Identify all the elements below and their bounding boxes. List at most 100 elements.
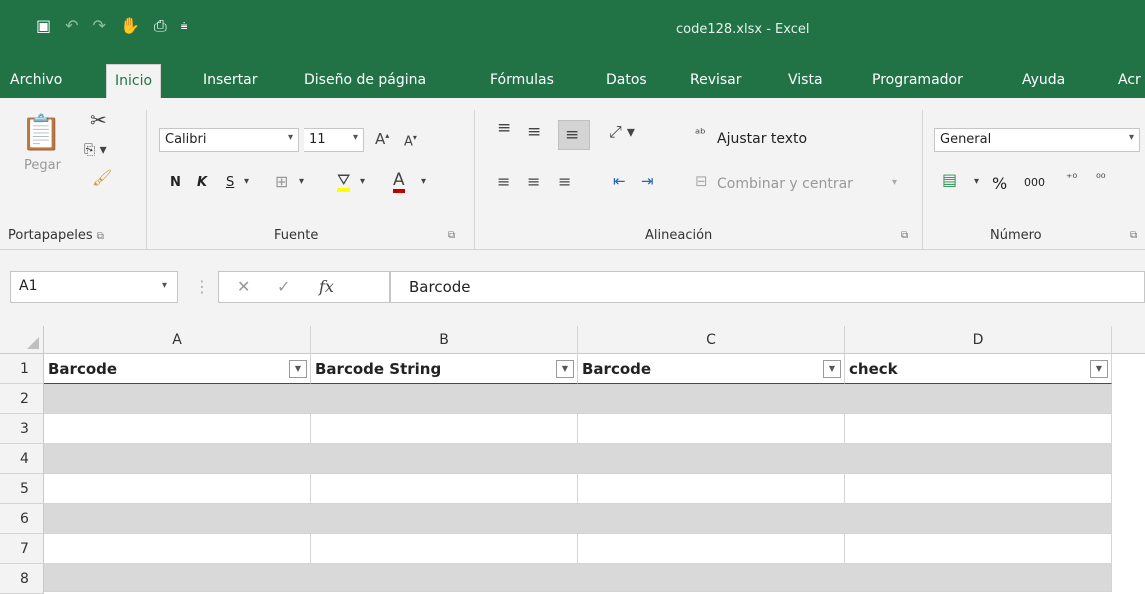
chevron-down-icon[interactable]: ▾ bbox=[299, 177, 304, 187]
table-cell[interactable] bbox=[578, 474, 845, 504]
tab-ayuda[interactable]: Ayuda bbox=[1022, 62, 1065, 98]
chevron-down-icon[interactable]: ▾ bbox=[892, 178, 897, 188]
tab-diseno-pagina[interactable]: Diseño de página bbox=[304, 62, 426, 98]
increase-decimal-icon[interactable]: ⁺⁰ bbox=[1066, 172, 1077, 184]
align-left-icon[interactable]: ≡ bbox=[497, 174, 510, 190]
row-header[interactable]: 8 bbox=[0, 564, 44, 594]
table-cell[interactable] bbox=[44, 414, 311, 444]
font-size-select[interactable]: 11 ▾ bbox=[304, 128, 364, 152]
tab-formulas[interactable]: Fórmulas bbox=[490, 62, 554, 98]
row-header[interactable]: 6 bbox=[0, 504, 44, 534]
row-header[interactable]: 2 bbox=[0, 384, 44, 414]
align-right-icon[interactable]: ≡ bbox=[558, 174, 571, 190]
table-row[interactable] bbox=[44, 504, 1112, 534]
header-cell-c1[interactable]: Barcode ▼ bbox=[578, 354, 845, 384]
align-center-icon[interactable]: ≡ bbox=[527, 174, 540, 190]
table-cell[interactable] bbox=[311, 534, 578, 564]
bold-button[interactable]: N bbox=[170, 175, 181, 190]
resize-handle-icon[interactable]: ⋮ bbox=[194, 277, 210, 296]
filter-dropdown-icon[interactable]: ▼ bbox=[289, 360, 307, 378]
filter-dropdown-icon[interactable]: ▼ bbox=[556, 360, 574, 378]
chevron-down-icon[interactable]: ▾ bbox=[360, 177, 365, 187]
cut-icon[interactable]: ✂ bbox=[90, 110, 107, 130]
save-icon[interactable]: ▣ bbox=[36, 18, 51, 34]
undo-icon[interactable]: ↶ bbox=[65, 18, 78, 34]
grow-font-icon[interactable]: A▴ bbox=[375, 132, 389, 147]
dialog-launcher-icon[interactable]: ⧉ bbox=[901, 230, 908, 241]
tab-programador[interactable]: Programador bbox=[872, 62, 963, 98]
row-header[interactable]: 7 bbox=[0, 534, 44, 564]
align-top-icon[interactable]: ≡ bbox=[497, 120, 511, 137]
fill-color-icon[interactable]: ⛛ bbox=[337, 172, 351, 192]
column-header-a[interactable]: A bbox=[44, 326, 311, 354]
row-header[interactable]: 4 bbox=[0, 444, 44, 474]
table-cell[interactable] bbox=[578, 414, 845, 444]
chevron-down-icon[interactable]: ▾ bbox=[974, 177, 979, 187]
tab-vista[interactable]: Vista bbox=[788, 62, 823, 98]
table-cell[interactable] bbox=[44, 474, 311, 504]
tab-datos[interactable]: Datos bbox=[606, 62, 647, 98]
copy-icon[interactable]: ⎘ ▾ bbox=[84, 143, 107, 157]
row-header[interactable]: 5 bbox=[0, 474, 44, 504]
italic-button[interactable]: K bbox=[197, 175, 207, 190]
dialog-launcher-icon[interactable]: ⧉ bbox=[1130, 230, 1137, 241]
formula-input[interactable]: Barcode bbox=[390, 271, 1145, 303]
dialog-launcher-icon[interactable]: ⧉ bbox=[97, 231, 104, 242]
comma-style-button[interactable]: 000 bbox=[1024, 176, 1045, 189]
chevron-down-icon[interactable]: ▾ bbox=[162, 280, 167, 291]
row-header[interactable]: 3 bbox=[0, 414, 44, 444]
tab-archivo[interactable]: Archivo bbox=[10, 62, 62, 98]
row-header[interactable]: 1 bbox=[0, 354, 44, 384]
tab-acrobat[interactable]: Acr bbox=[1118, 62, 1141, 98]
table-cell[interactable] bbox=[845, 474, 1112, 504]
font-color-icon[interactable]: A bbox=[393, 172, 405, 193]
name-box[interactable]: A1 ▾ bbox=[10, 271, 178, 303]
table-row[interactable] bbox=[44, 444, 1112, 474]
orientation-icon[interactable]: ⤢ ▾ bbox=[609, 124, 635, 140]
paste-label[interactable]: Pegar bbox=[24, 158, 61, 173]
cancel-icon[interactable]: ✕ bbox=[237, 277, 250, 296]
column-header-e[interactable] bbox=[1112, 326, 1145, 354]
table-cell[interactable] bbox=[845, 534, 1112, 564]
dialog-launcher-icon[interactable]: ⧉ bbox=[448, 230, 455, 241]
paste-icon[interactable]: 📋 bbox=[20, 116, 62, 150]
decrease-decimal-icon[interactable]: ⁰⁰ bbox=[1096, 172, 1106, 184]
header-cell-a1[interactable]: Barcode ▼ bbox=[44, 354, 311, 384]
align-bottom-icon[interactable]: ≡ bbox=[558, 120, 590, 150]
column-header-b[interactable]: B bbox=[311, 326, 578, 354]
enter-icon[interactable]: ✓ bbox=[277, 277, 290, 296]
table-cell[interactable] bbox=[578, 534, 845, 564]
merge-center-button[interactable]: Combinar y centrar bbox=[717, 176, 853, 192]
shrink-font-icon[interactable]: A▾ bbox=[404, 134, 417, 149]
select-all-button[interactable] bbox=[0, 326, 44, 354]
table-cell[interactable] bbox=[845, 414, 1112, 444]
touch-mode-icon[interactable]: ✋ bbox=[120, 18, 140, 34]
filter-dropdown-icon[interactable]: ▼ bbox=[823, 360, 841, 378]
header-cell-b1[interactable]: Barcode String ▼ bbox=[311, 354, 578, 384]
decrease-indent-icon[interactable]: ⇤ bbox=[613, 174, 626, 189]
insert-function-icon[interactable]: fx bbox=[319, 277, 334, 296]
chevron-down-icon[interactable]: ▾ bbox=[244, 177, 249, 187]
percent-style-button[interactable]: % bbox=[992, 174, 1007, 193]
borders-icon[interactable]: ⊞ bbox=[275, 174, 288, 190]
accounting-format-icon[interactable]: ▤ bbox=[942, 172, 957, 188]
underline-button[interactable]: S bbox=[226, 175, 234, 190]
column-header-d[interactable]: D bbox=[845, 326, 1112, 354]
filter-dropdown-icon[interactable]: ▼ bbox=[1090, 360, 1108, 378]
customize-qat-icon[interactable]: ⩧ bbox=[181, 18, 188, 34]
tab-insertar[interactable]: Insertar bbox=[203, 62, 258, 98]
tab-inicio[interactable]: Inicio bbox=[106, 64, 162, 98]
table-cell[interactable] bbox=[44, 534, 311, 564]
align-middle-icon[interactable]: ≡ bbox=[527, 124, 541, 141]
tab-revisar[interactable]: Revisar bbox=[690, 62, 742, 98]
wrap-text-button[interactable]: Ajustar texto bbox=[717, 131, 807, 147]
table-cell[interactable] bbox=[311, 414, 578, 444]
chevron-down-icon[interactable]: ▾ bbox=[421, 177, 426, 187]
redo-icon[interactable]: ↷ bbox=[93, 18, 106, 34]
number-format-select[interactable]: General ▾ bbox=[934, 128, 1140, 152]
column-header-c[interactable]: C bbox=[578, 326, 845, 354]
font-name-select[interactable]: Calibri ▾ bbox=[159, 128, 299, 152]
print-preview-icon[interactable]: ⎙ bbox=[154, 18, 167, 34]
table-row[interactable] bbox=[44, 564, 1112, 592]
format-painter-icon[interactable]: 🖌 bbox=[92, 170, 112, 186]
